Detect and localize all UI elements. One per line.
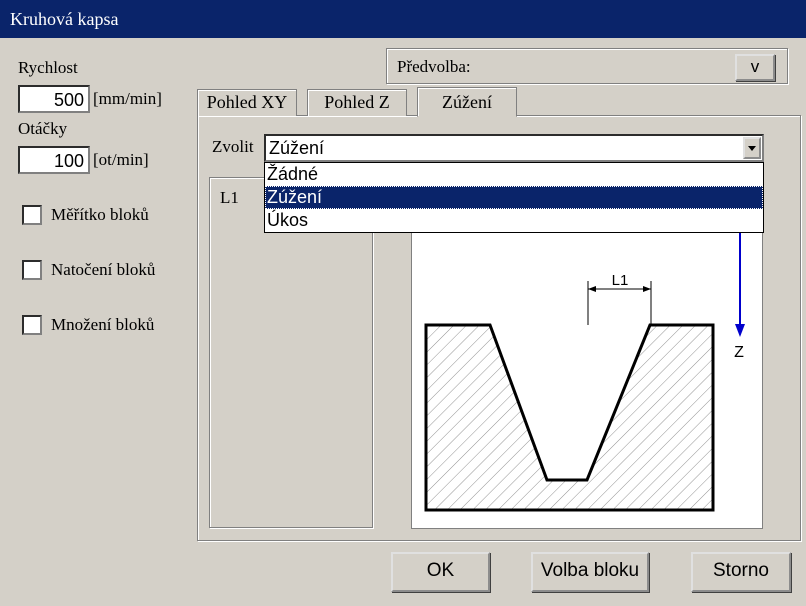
cancel-button[interactable]: Storno xyxy=(691,552,791,592)
option-none[interactable]: Žádné xyxy=(265,163,763,186)
z-axis-label: Z xyxy=(734,344,744,361)
param-label-l1: L1 xyxy=(220,188,239,207)
tab-view-xy[interactable]: Pohled XY xyxy=(197,89,297,116)
title-bar: Kruhová kapsa xyxy=(0,0,806,38)
taper-type-value: Zúžení xyxy=(269,138,325,158)
dimension-label: L1 xyxy=(612,272,629,289)
speed-input[interactable]: 500 xyxy=(18,85,90,113)
z-axis-arrow xyxy=(735,324,745,337)
block-multiply-label: Množení bloků xyxy=(51,315,155,334)
tab-taper[interactable]: Zúžení xyxy=(417,87,517,117)
window-title: Kruhová kapsa xyxy=(10,9,119,29)
tab-view-z[interactable]: Pohled Z xyxy=(307,89,407,116)
block-multiply-checkbox[interactable] xyxy=(22,315,42,335)
taper-type-options: Žádné Zúžení Úkos xyxy=(264,162,764,233)
ok-button[interactable]: OK xyxy=(391,552,490,592)
taper-type-select[interactable]: Zúžení xyxy=(264,134,764,162)
block-select-button[interactable]: Volba bloku xyxy=(531,552,649,592)
workpiece-section xyxy=(424,323,715,512)
dimension-arrow-right xyxy=(643,286,651,292)
block-scale-label: Měřítko bloků xyxy=(51,205,149,224)
block-rotation-label: Natočení bloků xyxy=(51,260,156,279)
rpm-unit: [ot/min] xyxy=(93,150,149,169)
option-taper[interactable]: Zúžení xyxy=(265,186,763,209)
preset-label: Předvolba: xyxy=(397,57,471,76)
speed-unit: [mm/min] xyxy=(93,89,162,108)
rpm-label: Otáčky xyxy=(18,119,68,138)
preset-dropdown-button[interactable]: v xyxy=(735,54,775,81)
select-label: Zvolit xyxy=(212,137,254,156)
chevron-down-icon xyxy=(748,146,756,151)
block-scale-checkbox[interactable] xyxy=(22,205,42,225)
dimension-arrow-left xyxy=(588,286,596,292)
option-bevel[interactable]: Úkos xyxy=(265,209,763,232)
rpm-input[interactable]: 100 xyxy=(18,146,90,174)
speed-label: Rychlost xyxy=(18,58,78,77)
select-arrow-button[interactable] xyxy=(743,137,761,159)
block-rotation-checkbox[interactable] xyxy=(22,260,42,280)
